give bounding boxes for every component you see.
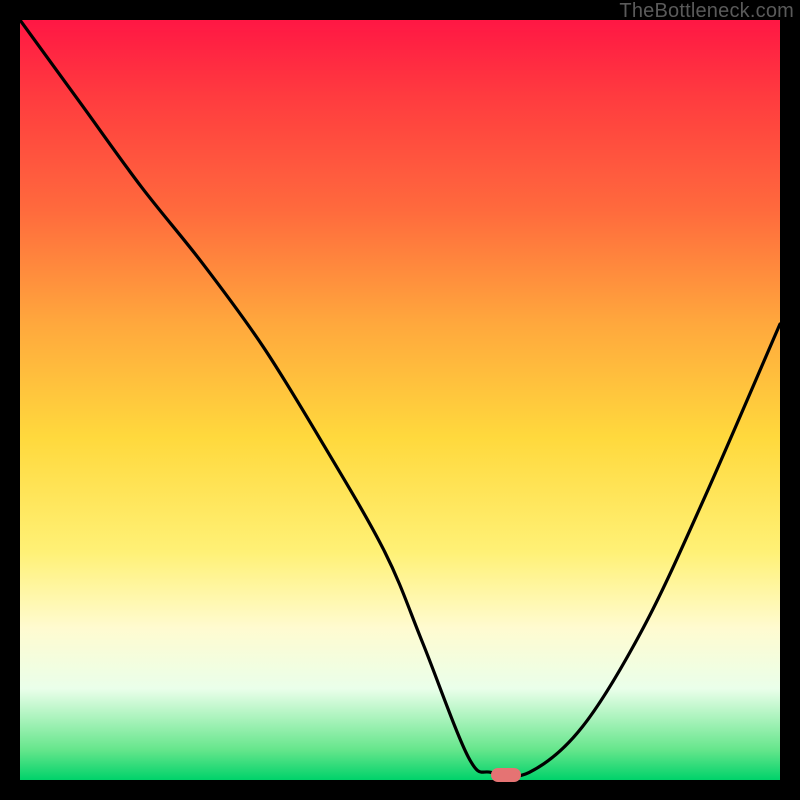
plot-area (20, 20, 780, 780)
chart-frame: TheBottleneck.com (0, 0, 800, 800)
bottleneck-curve (20, 20, 780, 780)
curve-path (20, 20, 780, 776)
optimum-marker (491, 768, 521, 782)
watermark-text: TheBottleneck.com (619, 0, 794, 23)
